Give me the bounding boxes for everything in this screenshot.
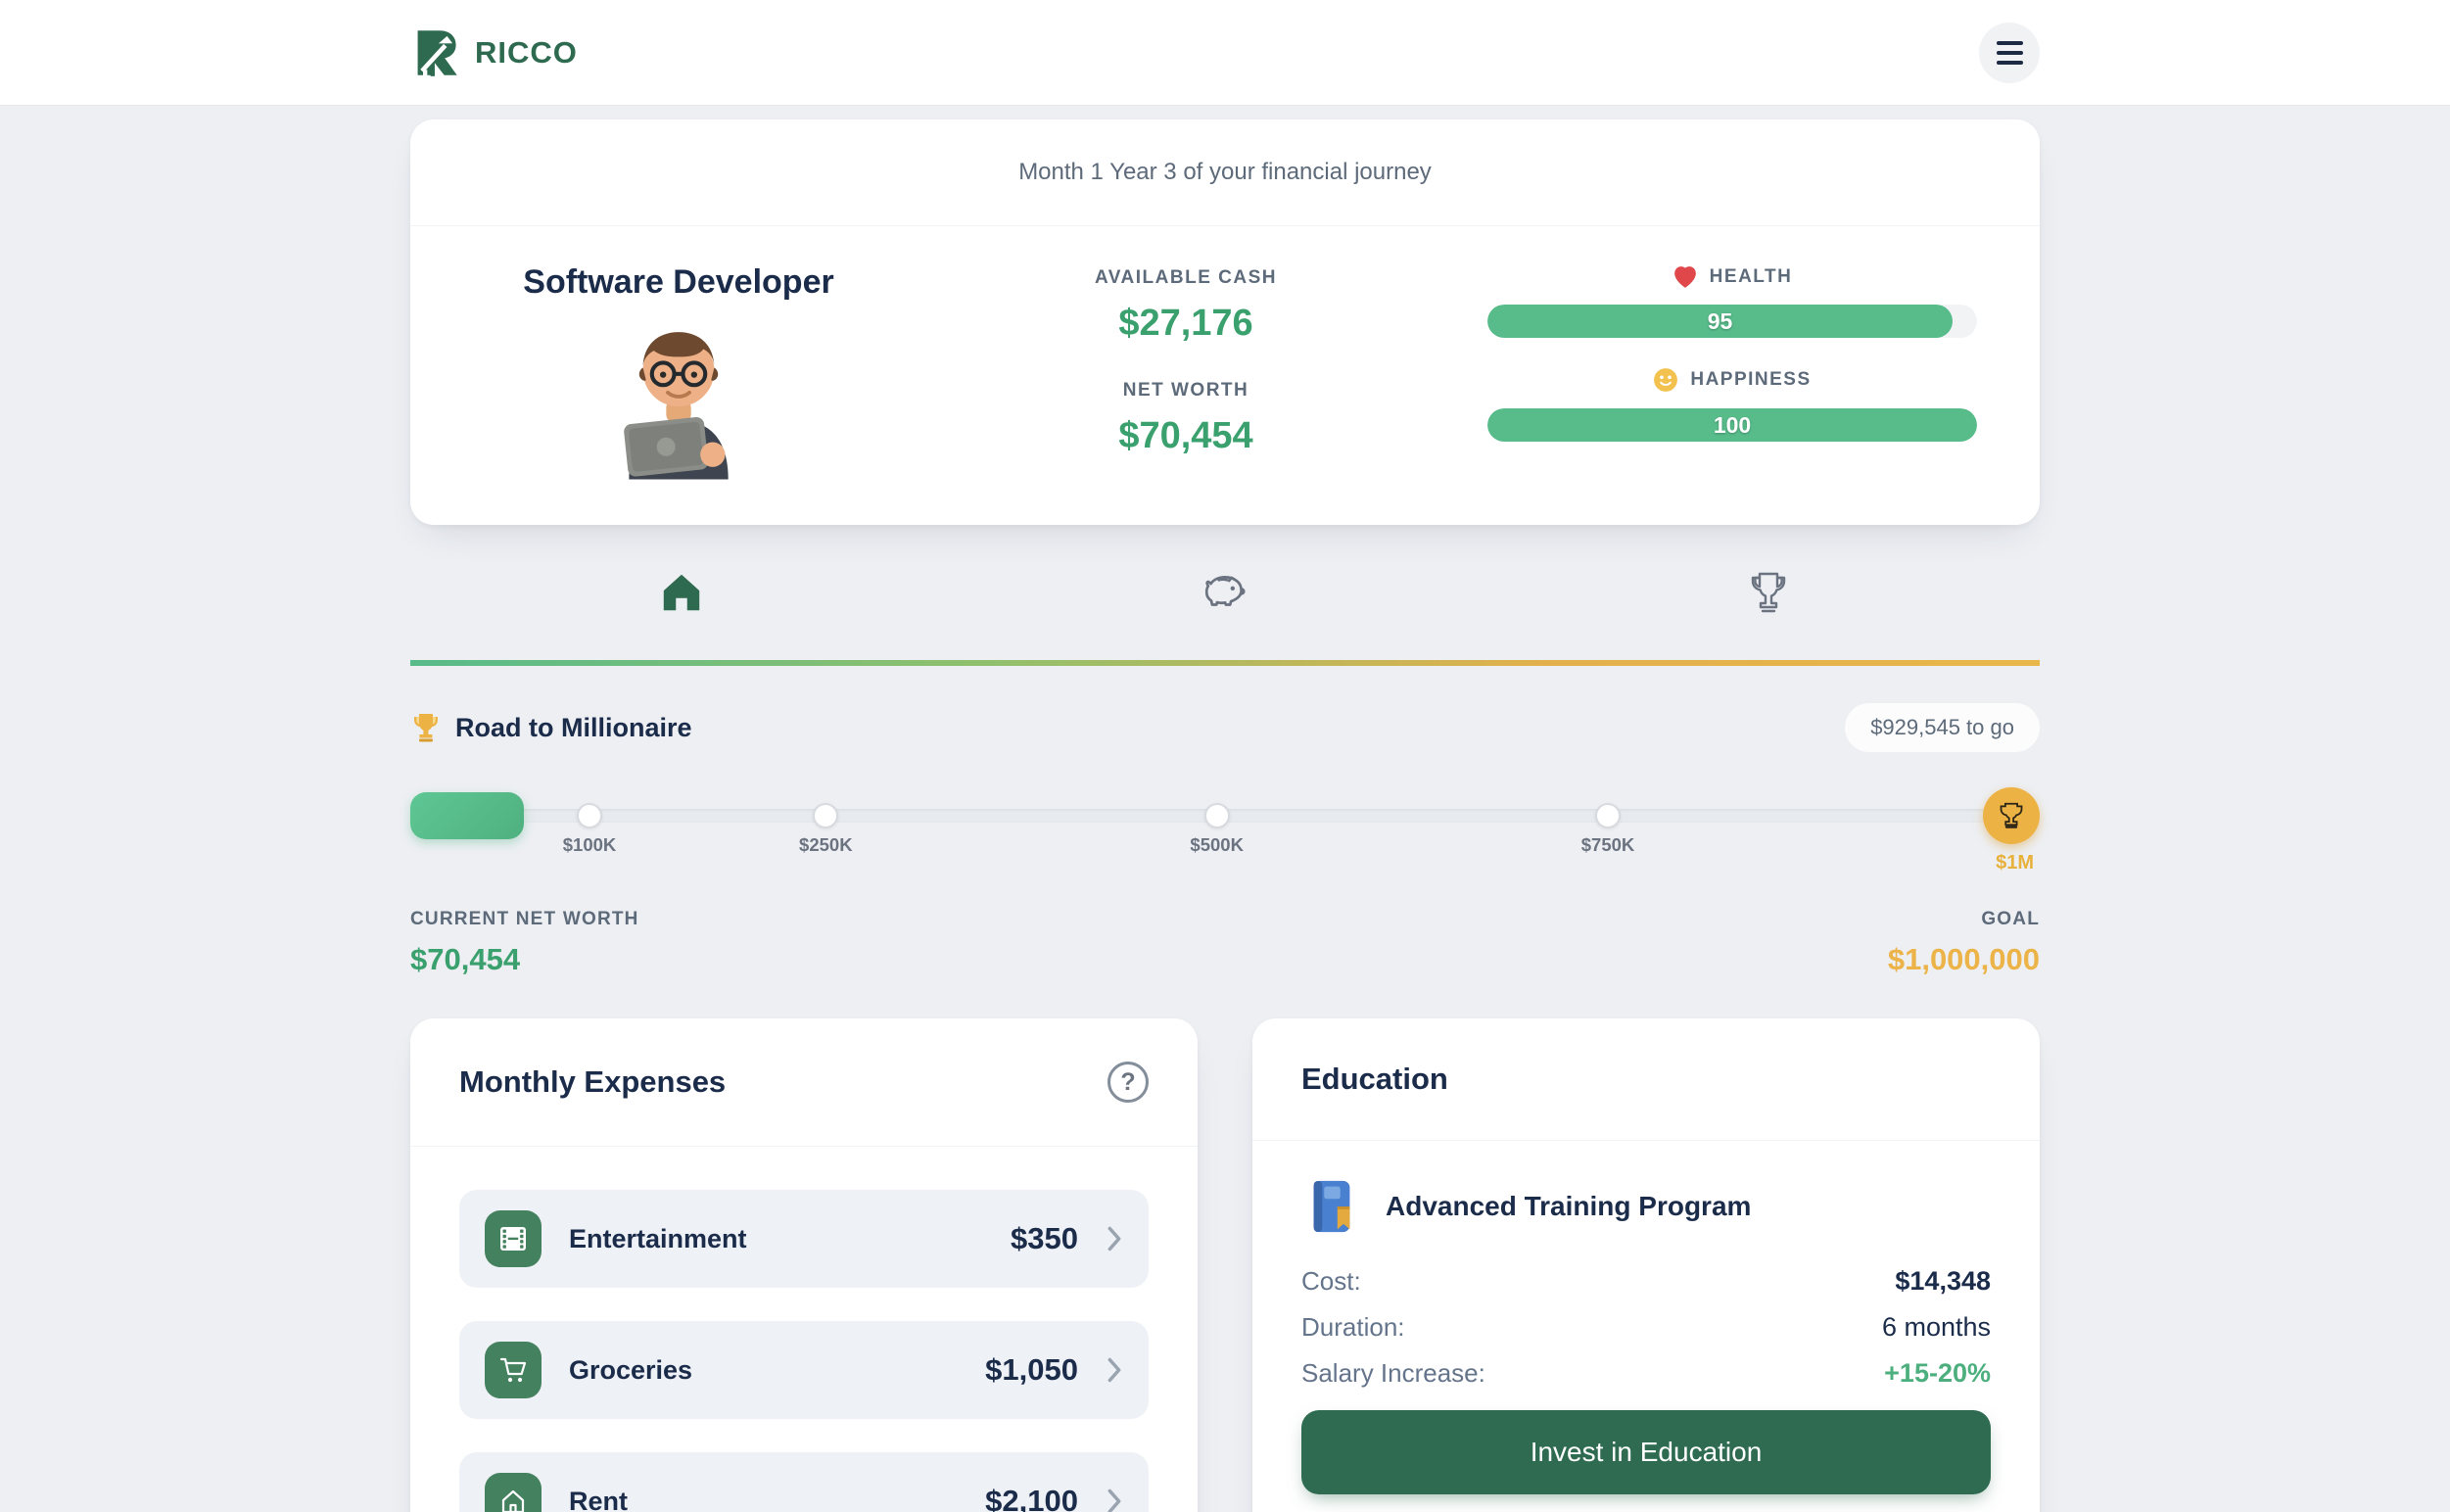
milestone-label-250k: $250K: [799, 834, 853, 856]
app-header: RICCO: [0, 0, 2450, 106]
program-duration-row: Duration: 6 months: [1301, 1312, 1991, 1343]
smiley-icon: [1653, 367, 1678, 393]
expense-row-entertainment[interactable]: Entertainment $350: [459, 1190, 1149, 1288]
expense-row-groceries[interactable]: Groceries $1,050: [459, 1321, 1149, 1419]
hamburger-menu-button[interactable]: [1979, 23, 2040, 83]
brand-logo[interactable]: RICCO: [410, 27, 578, 78]
education-card: Education Advanced Training Program: [1252, 1018, 2040, 1512]
expense-value: $350: [1011, 1221, 1078, 1256]
program-salary-row: Salary Increase: +15-20%: [1301, 1358, 1991, 1389]
program-cost-row: Cost: $14,348: [1301, 1266, 1991, 1297]
chevron-right-icon: [1106, 1356, 1123, 1384]
duration-value: 6 months: [1882, 1312, 1991, 1343]
brand-name: RICCO: [475, 35, 578, 71]
milestone-label-1m: $1M: [1996, 852, 2034, 874]
main-content: Month 1 Year 3 of your financial journey…: [410, 119, 2040, 1512]
character-card: Month 1 Year 3 of your financial journey…: [410, 119, 2040, 525]
milestone-dot-750k: [1595, 803, 1621, 828]
program-name: Advanced Training Program: [1386, 1191, 1751, 1222]
available-cash-value: $27,176: [1118, 303, 1252, 345]
expense-value: $1,050: [985, 1352, 1078, 1388]
education-title: Education: [1301, 1062, 1448, 1097]
expense-name: Rent: [569, 1487, 958, 1512]
hamburger-icon: [1997, 41, 2023, 45]
goal-progress-track: $100K $250K $500K $750K $1M: [410, 774, 2040, 875]
career-title: Software Developer: [523, 263, 833, 302]
road-to-millionaire: Road to Millionaire $929,545 to go $100K…: [410, 703, 2040, 977]
monthly-expenses-card: Monthly Expenses ?: [410, 1018, 1198, 1512]
developer-avatar: [586, 311, 772, 480]
goal-label: GOAL: [1888, 909, 2040, 930]
health-label: HEALTH: [1710, 266, 1793, 288]
road-title: Road to Millionaire: [455, 713, 692, 743]
home-icon: [659, 570, 704, 615]
salary-increase-value: +15-20%: [1884, 1358, 1991, 1389]
milestone-dot-100k: [577, 803, 602, 828]
milestone-label-100k: $100K: [563, 834, 617, 856]
current-net-worth-value: $70,454: [410, 942, 639, 977]
milestone-label-750k: $750K: [1581, 834, 1635, 856]
happiness-label: HAPPINESS: [1690, 369, 1811, 391]
expense-value: $2,100: [985, 1484, 1078, 1512]
expense-row-rent[interactable]: Rent $2,100: [459, 1452, 1149, 1512]
salary-increase-label: Salary Increase:: [1301, 1358, 1485, 1389]
monthly-expenses-title: Monthly Expenses: [459, 1064, 726, 1100]
cost-label: Cost:: [1301, 1266, 1361, 1297]
health-value: 95: [1708, 308, 1733, 335]
trophy-gold-icon: [410, 712, 442, 743]
trophy-icon: [1747, 570, 1790, 615]
piggy-bank-icon: [1201, 570, 1249, 615]
expense-name: Entertainment: [569, 1224, 983, 1254]
invest-in-education-button[interactable]: Invest in Education: [1301, 1410, 1991, 1494]
chevron-right-icon: [1106, 1488, 1123, 1512]
goal-progress-fill: [410, 792, 524, 839]
app-root: RICCO Month 1 Year 3 of your financial j…: [0, 0, 2450, 1512]
health-meter: HEALTH 95: [1487, 265, 1977, 338]
cost-value: $14,348: [1895, 1266, 1991, 1297]
ricco-logo-icon: [410, 27, 461, 78]
amount-to-go-badge: $929,545 to go: [1845, 703, 2040, 752]
turn-banner: Month 1 Year 3 of your financial journey: [410, 119, 2040, 226]
blue-book-icon: [1301, 1176, 1362, 1237]
net-worth-label: NET WORTH: [1123, 380, 1249, 402]
available-cash-label: AVAILABLE CASH: [1095, 267, 1277, 289]
heart-icon: [1673, 265, 1698, 289]
milestone-label-500k: $500K: [1190, 834, 1244, 856]
goal-trophy-marker: [1983, 787, 2040, 844]
film-icon: [485, 1210, 542, 1267]
happiness-value: 100: [1714, 412, 1751, 439]
duration-label: Duration:: [1301, 1312, 1405, 1343]
goal-value: $1,000,000: [1888, 942, 2040, 977]
tab-bar: [410, 570, 2040, 615]
tab-savings[interactable]: [954, 570, 1497, 615]
milestone-dot-250k: [813, 803, 838, 828]
gradient-divider: [410, 660, 2040, 666]
net-worth-value: $70,454: [1118, 415, 1252, 457]
expenses-help-button[interactable]: ?: [1107, 1062, 1149, 1103]
trophy-dark-icon: [1998, 802, 2025, 829]
tab-achievements[interactable]: [1496, 570, 2040, 615]
house-icon: [485, 1473, 542, 1512]
chevron-right-icon: [1106, 1225, 1123, 1252]
tab-home[interactable]: [410, 570, 954, 615]
current-net-worth-label: CURRENT NET WORTH: [410, 909, 639, 930]
milestone-dot-500k: [1204, 803, 1230, 828]
expense-name: Groceries: [569, 1355, 958, 1386]
expense-list: Entertainment $350: [410, 1147, 1198, 1512]
happiness-meter: HAPPINESS 100: [1487, 367, 1977, 442]
cart-icon: [485, 1342, 542, 1398]
